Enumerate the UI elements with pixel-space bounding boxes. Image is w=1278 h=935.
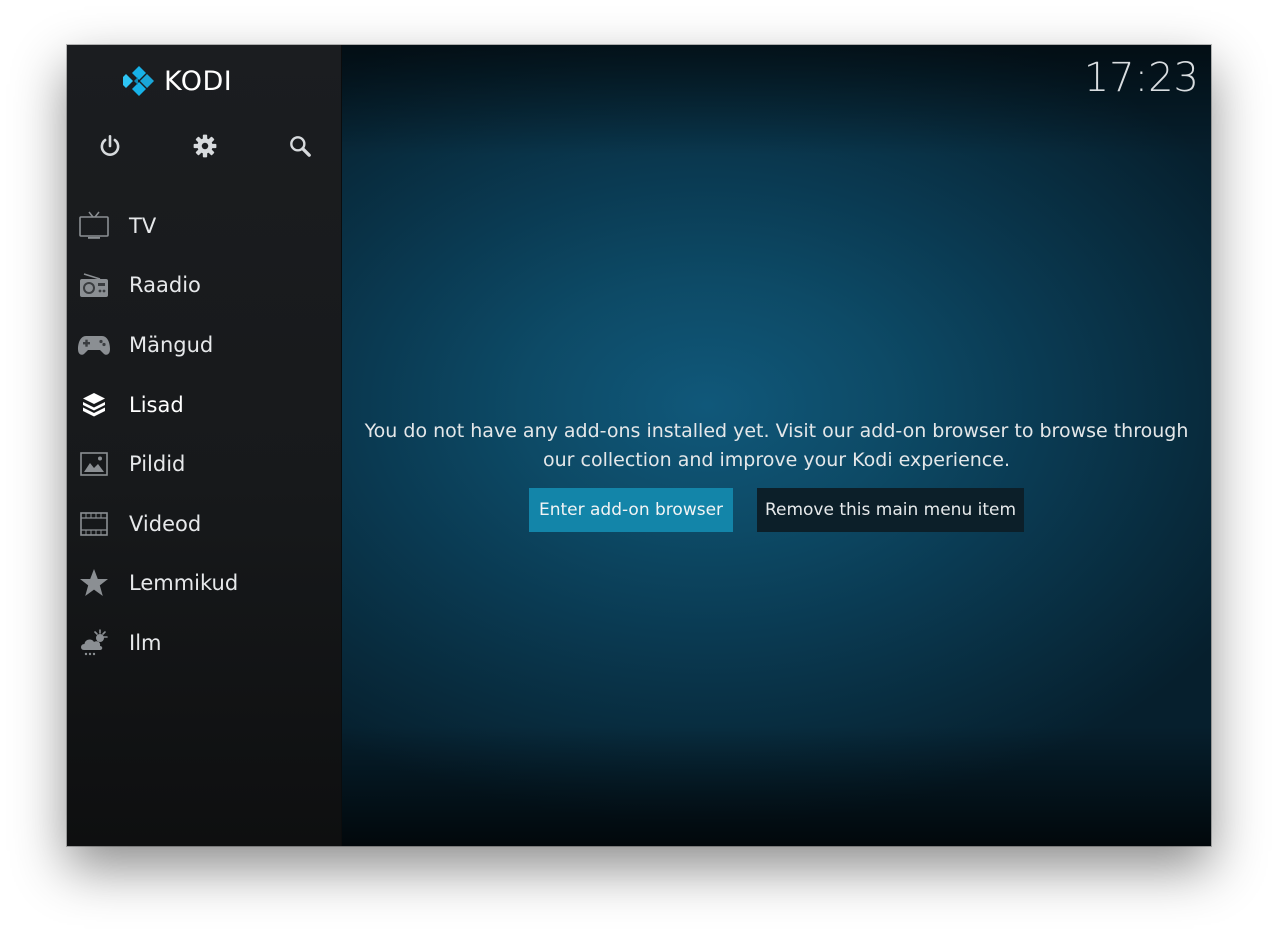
main-menu: TV Raadio Mängud Lisad Pildid Videod Lem…	[67, 196, 341, 673]
top-shade	[342, 45, 1211, 155]
star-icon	[77, 566, 111, 600]
menu-item-tv[interactable]: TV	[67, 196, 341, 256]
menu-item-addons[interactable]: Lisad	[67, 375, 341, 435]
top-icon-bar	[67, 131, 341, 161]
menu-item-radio[interactable]: Raadio	[67, 256, 341, 316]
menu-item-pictures[interactable]: Pildid	[67, 434, 341, 494]
menu-item-label: TV	[129, 213, 157, 238]
menu-item-label: Lisad	[129, 392, 184, 417]
menu-item-weather[interactable]: Ilm	[67, 613, 341, 673]
menu-item-label: Lemmikud	[129, 571, 239, 596]
gamepad-icon	[77, 328, 111, 362]
menu-item-label: Ilm	[129, 630, 162, 655]
remove-menu-item-button[interactable]: Remove this main menu item	[757, 488, 1024, 532]
power-icon[interactable]	[95, 131, 125, 161]
menu-item-games[interactable]: Mängud	[67, 315, 341, 375]
enter-addon-browser-button[interactable]: Enter add-on browser	[529, 488, 733, 532]
kodi-window: KODI TV Raadio Mängud Lisad Pildid Video…	[67, 45, 1211, 846]
addon-box-icon	[77, 388, 111, 422]
kodi-logo-icon	[123, 66, 154, 96]
picture-icon	[77, 447, 111, 481]
tv-icon	[77, 209, 111, 243]
main-content: 17:23 You do not have any add-ons instal…	[342, 45, 1211, 846]
menu-item-label: Videod	[129, 511, 202, 536]
message-line-2: our collection and improve your Kodi exp…	[543, 449, 1010, 471]
kodi-logo: KODI	[123, 65, 232, 97]
empty-addons-message: You do not have any add-ons installed ye…	[342, 417, 1211, 475]
gear-icon[interactable]	[190, 131, 220, 161]
menu-item-favourites[interactable]: Lemmikud	[67, 554, 341, 614]
clock: 17:23	[1083, 55, 1199, 101]
weather-icon	[77, 626, 111, 660]
menu-item-label: Raadio	[129, 273, 201, 298]
film-icon	[77, 507, 111, 541]
menu-item-label: Mängud	[129, 332, 214, 357]
search-icon[interactable]	[285, 131, 315, 161]
message-line-1: You do not have any add-ons installed ye…	[364, 420, 1189, 442]
radio-icon	[77, 268, 111, 302]
menu-item-videos[interactable]: Videod	[67, 494, 341, 554]
kodi-logo-text: KODI	[164, 65, 233, 97]
sidebar: KODI TV Raadio Mängud Lisad Pildid Video…	[67, 45, 342, 846]
bottom-shade	[342, 726, 1211, 846]
menu-item-label: Pildid	[129, 452, 186, 477]
